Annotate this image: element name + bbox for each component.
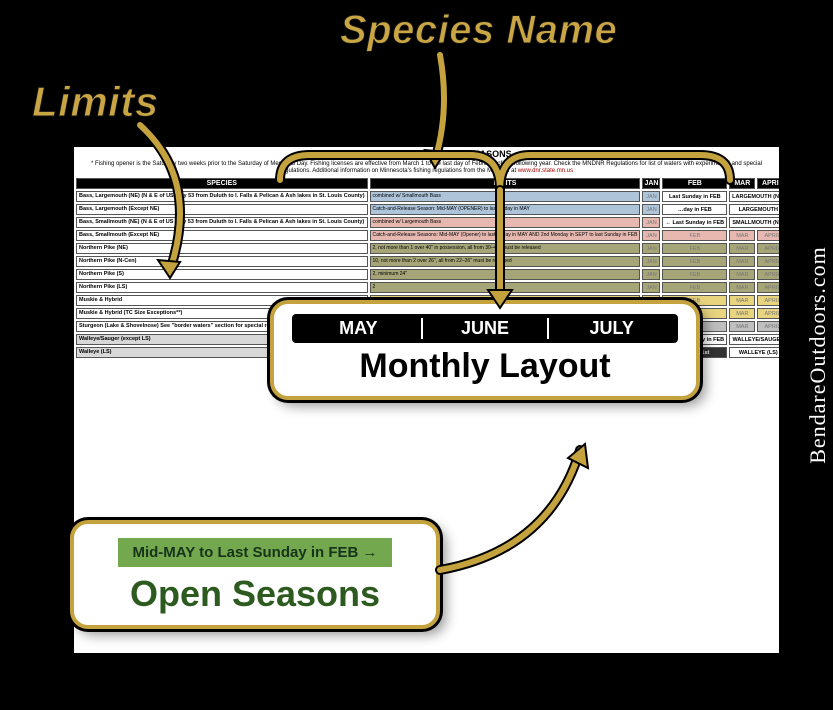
callout-title-species: Species Name xyxy=(340,8,617,53)
month-cell: MAY xyxy=(296,318,423,339)
month-cell: JUNE xyxy=(423,318,550,339)
callout-monthly-layout: MAY JUNE JULY Monthly Layout xyxy=(270,300,700,400)
arrow-monthly-brace xyxy=(270,150,740,310)
month-cell: APRIL xyxy=(757,256,781,267)
month-cell: APRIL xyxy=(757,321,781,332)
callout-open-seasons: Mid-MAY to Last Sunday in FEB → Open Sea… xyxy=(70,520,440,629)
callout-seasons-label: Open Seasons xyxy=(94,573,416,615)
arrow-limits xyxy=(130,120,230,280)
callout-monthly-label: Monthly Layout xyxy=(292,347,678,386)
month-cell: WALLEYE (LS) xyxy=(729,347,781,358)
month-cell: APRIL xyxy=(757,269,781,280)
month-cell: APRIL xyxy=(757,230,781,241)
watermark: BendareOutdoors.com xyxy=(805,246,831,464)
month-cell: APRIL xyxy=(757,282,781,293)
month-cell: APRIL xyxy=(757,308,781,319)
month-cell: APRIL xyxy=(757,243,781,254)
callout-title-limits: Limits xyxy=(32,78,159,126)
month-cell: MAR xyxy=(729,321,755,332)
month-cell: APRIL xyxy=(757,295,781,306)
month-cell: JULY xyxy=(549,318,674,339)
col-month: APRIL xyxy=(757,178,781,189)
month-bar: MAY JUNE JULY xyxy=(292,314,678,343)
arrow-seasons xyxy=(430,440,610,580)
season-strip: Mid-MAY to Last Sunday in FEB → xyxy=(118,538,391,567)
month-cell: WALLEYE/SAUGER xyxy=(729,334,781,345)
